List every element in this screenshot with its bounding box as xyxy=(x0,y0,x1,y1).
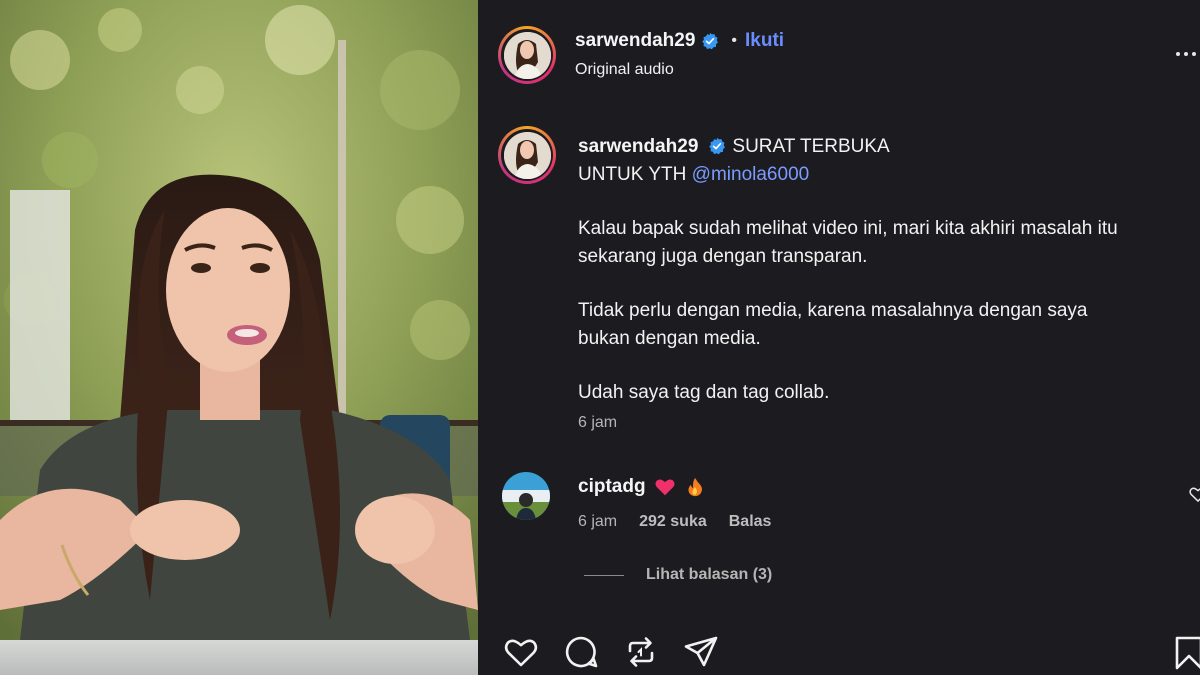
bookmark-icon[interactable] xyxy=(1172,635,1200,671)
audio-label[interactable]: Original audio xyxy=(575,61,674,79)
author-avatar xyxy=(503,31,551,79)
comment-like-heart-icon[interactable] xyxy=(1188,484,1200,504)
caption-verified-badge-icon xyxy=(709,137,726,155)
fire-emoji-icon xyxy=(687,477,702,497)
video-frame xyxy=(0,0,478,675)
repost-icon[interactable] xyxy=(622,633,660,671)
author-avatar-ring[interactable] xyxy=(498,26,556,84)
caption-avatar-border xyxy=(501,129,553,181)
caption: sarwendah29 SURAT TERBUKA UNTUK YTH @min… xyxy=(578,133,1138,407)
comment-time: 6 jam xyxy=(578,513,618,530)
author-avatar-picture xyxy=(503,31,551,79)
video-player[interactable] xyxy=(0,0,478,675)
comment-likes[interactable]: 292 suka xyxy=(639,513,707,531)
caption-avatar xyxy=(503,131,551,179)
commenter-avatar-picture xyxy=(502,472,550,520)
caption-line2-prefix: UNTUK YTH xyxy=(578,164,687,185)
more-options-icon[interactable] xyxy=(1170,36,1200,66)
verified-badge-icon xyxy=(702,32,719,50)
author-avatar-border xyxy=(501,29,553,81)
post-panel: sarwendah29 • Ikuti Original audio sarwe… xyxy=(478,0,1200,675)
comment-meta: 6 jam 292 suka Balas xyxy=(578,513,793,531)
comment-icon[interactable] xyxy=(562,633,600,671)
comment-header: ciptadg xyxy=(578,476,706,498)
view-replies-button[interactable]: Lihat balasan (3) xyxy=(584,566,772,584)
caption-timestamp[interactable]: 6 jam xyxy=(578,414,617,432)
caption-paragraph-3: Udah saya tag dan tag collab. xyxy=(578,382,830,403)
follow-button[interactable]: Ikuti xyxy=(745,30,784,52)
share-icon[interactable] xyxy=(682,633,720,671)
view-replies-label: Lihat balasan (3) xyxy=(646,566,773,583)
commenter-username[interactable]: ciptadg xyxy=(578,476,646,498)
caption-paragraph-2: Tidak perlu dengan media, karena masalah… xyxy=(578,300,1088,349)
heart-icon[interactable] xyxy=(502,633,540,671)
caption-line2: UNTUK YTH @minola6000 xyxy=(578,161,1138,189)
caption-username[interactable]: sarwendah29 xyxy=(578,136,698,157)
action-bar xyxy=(502,633,742,671)
caption-headline: SURAT TERBUKA xyxy=(732,136,890,157)
heart-emoji-icon xyxy=(655,479,675,496)
caption-paragraph-1: Kalau bapak sudah melihat video ini, mar… xyxy=(578,218,1118,267)
commenter-avatar[interactable] xyxy=(502,472,550,520)
header-separator: • xyxy=(731,32,738,49)
caption-headline-line: sarwendah29 SURAT TERBUKA xyxy=(578,133,1138,161)
replies-divider xyxy=(584,574,624,576)
comment-reply-button[interactable]: Balas xyxy=(729,513,772,531)
author-username[interactable]: sarwendah29 xyxy=(575,30,695,52)
caption-avatar-ring[interactable] xyxy=(498,126,556,184)
post-header: sarwendah29 • Ikuti xyxy=(575,30,784,52)
post-viewer: sarwendah29 • Ikuti Original audio sarwe… xyxy=(0,0,1200,675)
caption-mention-link[interactable]: @minola6000 xyxy=(692,164,810,185)
caption-avatar-picture xyxy=(503,131,551,179)
